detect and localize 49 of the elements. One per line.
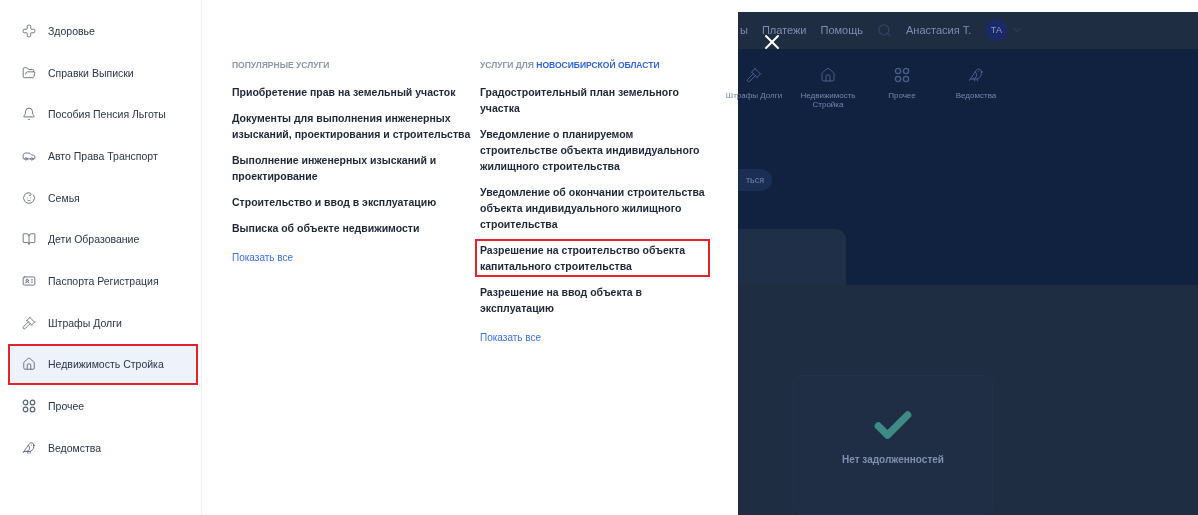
search-icon[interactable] xyxy=(877,22,893,38)
service-link[interactable]: Разрешение на строительство объекта капитального строительства xyxy=(475,239,710,277)
avatar[interactable]: ТА xyxy=(985,19,1008,42)
house-icon xyxy=(820,66,836,83)
sidebar-item[interactable]: Справки Выписки xyxy=(8,51,198,94)
service-link[interactable]: Приобретение прав на земельный участок xyxy=(232,84,472,100)
gavel-icon xyxy=(746,66,762,83)
book-icon xyxy=(22,232,36,247)
sidebar-item[interactable]: Здоровье xyxy=(8,10,198,52)
gavel-icon xyxy=(22,315,36,330)
sidebar-item[interactable]: Пособия Пенсия Льготы xyxy=(8,93,198,136)
folder-icon xyxy=(22,65,36,80)
service-link[interactable]: Документы для выполнения инженерных изысканий, проектирования и строительства xyxy=(232,110,472,142)
sidebar-item[interactable]: Недвижимость Стройка xyxy=(8,343,198,386)
sidebar-item[interactable]: Семья xyxy=(8,176,198,219)
bird-icon xyxy=(968,66,984,83)
bell-icon xyxy=(22,107,36,122)
category-label[interactable]: Прочее xyxy=(870,90,934,100)
sidebar-item[interactable]: Прочее xyxy=(8,385,198,427)
id-card-icon xyxy=(22,273,36,288)
sidebar-item[interactable]: Ведомства xyxy=(8,426,198,469)
service-link[interactable]: Выполнение инженерных изысканий и проектирование xyxy=(232,152,472,184)
sidebar-item[interactable]: Штрафы Долги xyxy=(8,301,198,344)
nav-link[interactable]: Платежи xyxy=(761,24,807,37)
service-link[interactable]: Уведомление о планируемом строительстве объекта индивидуального жилищного строительства xyxy=(480,126,705,174)
cross-icon xyxy=(22,23,36,38)
show-all-link[interactable]: Показать все xyxy=(480,332,705,343)
section-heading: ПОПУЛЯРНЫЕ УСЛУГИ xyxy=(232,60,331,70)
grid-icon xyxy=(22,399,36,414)
category-label[interactable]: Недвижимость Стройка xyxy=(796,90,860,109)
action-button[interactable]: ться xyxy=(738,168,772,191)
service-link[interactable]: Выписка об объекте недвижимости xyxy=(232,220,472,236)
grid-icon xyxy=(894,66,910,83)
sidebar-item[interactable]: Авто Права Транспорт xyxy=(8,135,198,177)
category-label[interactable]: Ведомства xyxy=(944,90,1008,100)
nav-link[interactable]: Помощь xyxy=(820,24,864,37)
service-link[interactable]: Разрешение на ввод объекта в эксплуатацию xyxy=(480,284,705,316)
sidebar-item[interactable]: Паспорта Регистрация xyxy=(8,260,198,302)
sidebar-item[interactable]: Дети Образование xyxy=(8,218,198,261)
nav-link[interactable]: ы xyxy=(740,24,748,37)
house-icon xyxy=(22,357,36,372)
service-link[interactable]: Градостроительный план земельного участка xyxy=(480,84,705,116)
section-heading: УСЛУГИ ДЛЯ НОВОСИБИРСКОЙ ОБЛАСТИ xyxy=(480,60,661,70)
service-link[interactable]: Строительство и ввод в эксплуатацию xyxy=(232,194,472,210)
service-link[interactable]: Уведомление об окончании строительства объекта индивидуального жилищного строительства xyxy=(480,184,705,232)
user-name[interactable]: Анастасия Т. xyxy=(906,24,972,37)
bird-icon xyxy=(22,440,36,455)
show-all-link[interactable]: Показать все xyxy=(232,252,472,263)
status-text: Нет задолженностей xyxy=(842,454,944,465)
